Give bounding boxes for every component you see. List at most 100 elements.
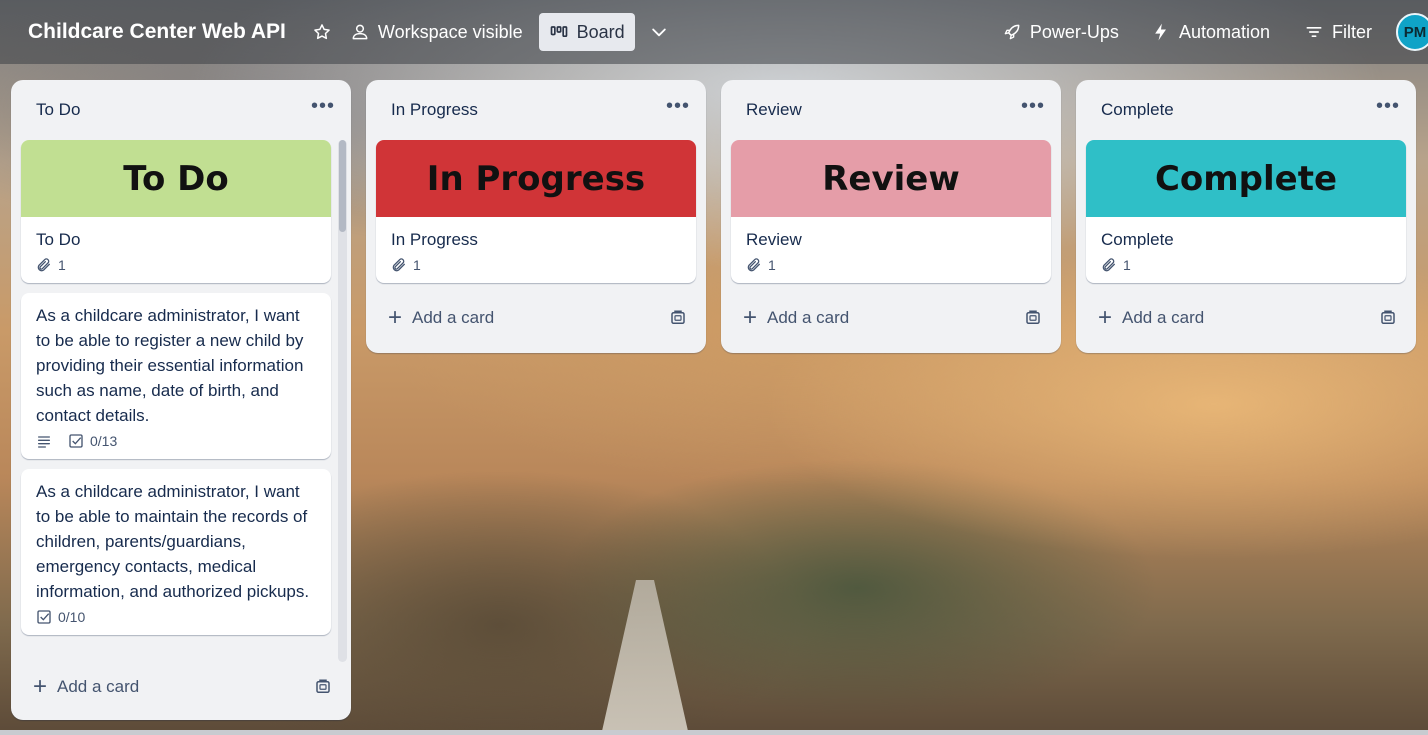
attachment-badge: 1 [36, 257, 66, 273]
list-review: Review ••• Review Review 1 + Add a card [721, 80, 1061, 353]
card-register-child[interactable]: As a childcare administrator, I want to … [21, 293, 331, 459]
list-menu-icon[interactable]: ••• [311, 96, 335, 124]
card-cover: In Progress [376, 140, 696, 217]
card-maintain-records[interactable]: As a childcare administrator, I want to … [21, 469, 331, 635]
list-title[interactable]: Review [746, 100, 802, 120]
list-title[interactable]: In Progress [391, 100, 478, 120]
star-button[interactable] [304, 13, 340, 51]
list-header: In Progress ••• [366, 80, 706, 140]
board-title[interactable]: Childcare Center Web API [28, 20, 286, 44]
template-icon[interactable] [1023, 308, 1043, 328]
attachment-count: 1 [413, 257, 421, 273]
board-view-label: Board [576, 21, 625, 42]
plus-icon: + [33, 673, 48, 700]
card-cover: Complete [1086, 140, 1406, 217]
plus-icon: + [743, 304, 758, 331]
power-ups-button[interactable]: Power-Ups [992, 13, 1129, 51]
list-menu-icon[interactable]: ••• [1376, 96, 1400, 124]
card-container: To Do To Do 1 As a childcare administrat… [11, 140, 351, 662]
filter-icon [1304, 22, 1324, 42]
power-ups-label: Power-Ups [1029, 21, 1119, 42]
list-header: Complete ••• [1076, 80, 1416, 140]
people-icon [350, 22, 370, 42]
checkbox-icon [36, 609, 52, 625]
card-container: Complete Complete 1 [1076, 140, 1416, 283]
checkbox-icon [68, 433, 84, 449]
card-container: Review Review 1 [721, 140, 1061, 283]
add-card-button[interactable]: + Add a card [33, 675, 139, 699]
card-title: In Progress [391, 230, 478, 249]
horizontal-scrollbar[interactable] [0, 730, 1428, 735]
template-icon[interactable] [1378, 308, 1398, 328]
add-card-button[interactable]: + Add a card [743, 306, 849, 330]
automation-label: Automation [1178, 21, 1270, 42]
board-icon [549, 22, 569, 42]
visibility-button[interactable]: Workspace visible [340, 13, 533, 51]
rocket-icon [1002, 22, 1022, 42]
filter-label: Filter [1332, 21, 1372, 42]
list-header: To Do ••• [11, 80, 351, 140]
add-card-label: Add a card [767, 308, 850, 327]
card-to-do[interactable]: To Do To Do 1 [21, 140, 331, 283]
list-menu-icon[interactable]: ••• [1021, 96, 1045, 124]
visibility-label: Workspace visible [377, 21, 523, 42]
filter-button[interactable]: Filter [1294, 13, 1382, 51]
attachment-badge: 1 [391, 257, 421, 273]
card-container: In Progress In Progress 1 [366, 140, 706, 283]
add-card-label: Add a card [1122, 308, 1205, 327]
card-title: As a childcare administrator, I want to … [36, 482, 310, 601]
add-card-row: + Add a card [366, 293, 706, 343]
automation-button[interactable]: Automation [1141, 13, 1280, 51]
description-icon [36, 433, 52, 449]
background-road [600, 580, 690, 735]
star-icon [312, 22, 332, 42]
paperclip-icon [1101, 257, 1117, 273]
template-icon[interactable] [668, 308, 688, 328]
list-scrollbar[interactable] [338, 140, 347, 662]
add-card-row: + Add a card [1076, 293, 1416, 343]
avatar[interactable]: PM [1396, 13, 1428, 51]
plus-icon: + [1098, 304, 1113, 331]
card-complete[interactable]: Complete Complete 1 [1086, 140, 1406, 283]
list-title[interactable]: Complete [1101, 100, 1174, 120]
card-title: Review [746, 230, 802, 249]
card-cover: To Do [21, 140, 331, 217]
lightning-icon [1151, 22, 1171, 42]
add-card-button[interactable]: + Add a card [1098, 306, 1204, 330]
card-in-progress[interactable]: In Progress In Progress 1 [376, 140, 696, 283]
card-title: Complete [1101, 230, 1174, 249]
view-switcher-button[interactable] [641, 13, 677, 51]
list-complete: Complete ••• Complete Complete 1 + Add a… [1076, 80, 1416, 353]
add-card-button[interactable]: + Add a card [388, 306, 494, 330]
paperclip-icon [746, 257, 762, 273]
attachment-count: 1 [58, 257, 66, 273]
checklist-badge: 0/10 [36, 609, 85, 625]
description-badge [36, 433, 52, 449]
attachment-count: 1 [768, 257, 776, 273]
card-review[interactable]: Review Review 1 [731, 140, 1051, 283]
paperclip-icon [391, 257, 407, 273]
board-view-button[interactable]: Board [538, 13, 635, 51]
attachment-badge: 1 [746, 257, 776, 273]
attachment-count: 1 [1123, 257, 1131, 273]
add-card-row: + Add a card [721, 293, 1061, 343]
template-icon[interactable] [313, 677, 333, 697]
card-title: To Do [36, 230, 81, 249]
list-in-progress: In Progress ••• In Progress In Progress … [366, 80, 706, 353]
checklist-count: 0/10 [58, 609, 86, 625]
paperclip-icon [36, 257, 52, 273]
list-header: Review ••• [721, 80, 1061, 140]
add-card-label: Add a card [57, 677, 140, 696]
chevron-down-icon [649, 22, 669, 42]
card-title: As a childcare administrator, I want to … [36, 306, 304, 425]
checklist-badge: 0/13 [68, 433, 117, 449]
scrollbar-thumb[interactable] [339, 140, 346, 232]
attachment-badge: 1 [1101, 257, 1131, 273]
card-cover: Review [731, 140, 1051, 217]
list-to-do: To Do ••• To Do To Do 1 As a childcare a… [11, 80, 351, 720]
list-menu-icon[interactable]: ••• [666, 96, 690, 124]
add-card-row: + Add a card [11, 662, 351, 712]
list-title[interactable]: To Do [36, 100, 80, 120]
board-header: Childcare Center Web API Workspace visib… [0, 0, 1428, 64]
plus-icon: + [388, 304, 403, 331]
